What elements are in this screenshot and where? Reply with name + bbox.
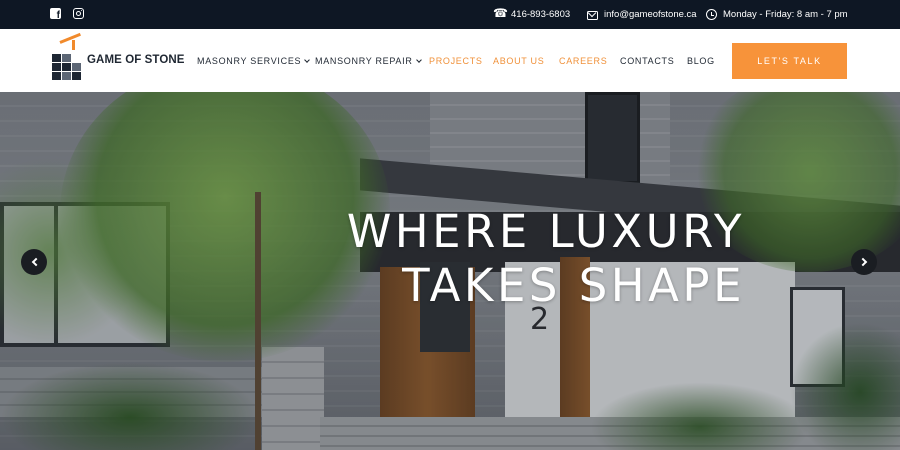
social-links [50, 8, 84, 21]
chevron-left-icon [31, 257, 40, 267]
top-bar: 416-893-6803 info@gameofstone.ca Monday … [0, 0, 900, 29]
phone-number[interactable]: 416-893-6803 [511, 9, 570, 20]
facebook-icon[interactable] [50, 8, 61, 21]
phone-icon [493, 6, 508, 20]
nav-projects[interactable]: PROJECTS [429, 56, 483, 66]
instagram-icon[interactable] [73, 8, 84, 19]
slider-next-button[interactable] [851, 249, 877, 275]
envelope-icon [587, 11, 598, 20]
business-hours: Monday - Friday: 8 am - 7 pm [706, 9, 848, 20]
nav-careers[interactable]: CAREERS [559, 56, 607, 66]
contact-phone[interactable]: 416-893-6803 [493, 6, 570, 20]
nav-about-us[interactable]: ABOUT US [493, 56, 544, 66]
nav-masonry-repair[interactable]: MANSONRY REPAIR [315, 56, 422, 66]
hero-title: WHERE LUXURY TAKES SHAPE [347, 205, 745, 313]
contact-email[interactable]: info@gameofstone.ca [587, 9, 697, 20]
email-address[interactable]: info@gameofstone.ca [604, 9, 697, 20]
clock-icon [706, 9, 717, 20]
hero-slider: 2 WHERE LUXURY TAKES SHAPE [0, 92, 900, 450]
hero-title-line-1: WHERE LUXURY [346, 205, 745, 258]
chevron-right-icon [858, 257, 867, 267]
nav-label: MANSONRY REPAIR [315, 56, 413, 66]
chevron-down-icon [304, 57, 311, 63]
nav-masonry-services[interactable]: MASONRY SERVICES [197, 56, 311, 66]
hours-text: Monday - Friday: 8 am - 7 pm [723, 9, 848, 20]
hero-title-line-2: TAKES SHAPE [402, 259, 745, 312]
slider-prev-button[interactable] [21, 249, 47, 275]
nav-label: MASONRY SERVICES [197, 56, 302, 66]
nav-blog[interactable]: BLOG [687, 56, 715, 66]
chevron-down-icon [415, 57, 422, 63]
nav-contacts[interactable]: CONTACTS [620, 56, 674, 66]
lets-talk-button[interactable]: LET'S TALK [732, 43, 847, 79]
site-header: GAME OF STONE MASONRY SERVICES MANSONRY … [0, 29, 900, 92]
